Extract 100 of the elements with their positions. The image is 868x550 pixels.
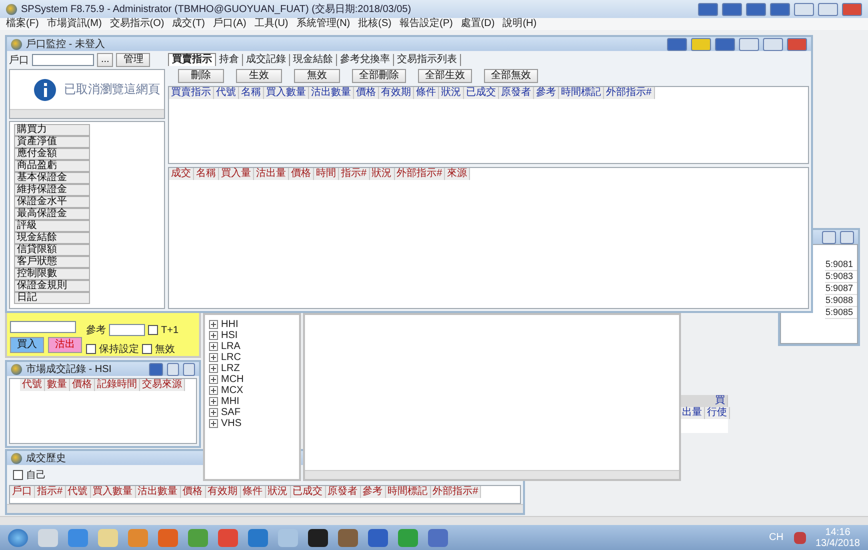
menu-item[interactable]: 報告設定(P) <box>399 18 453 30</box>
tree-item[interactable]: VHS <box>221 418 242 429</box>
expand-icon[interactable] <box>209 419 218 428</box>
toolbar-icon[interactable] <box>770 2 790 16</box>
toolbar-icon[interactable] <box>698 2 718 16</box>
tree-item[interactable]: LRZ <box>221 363 240 374</box>
expand-icon[interactable] <box>209 375 218 384</box>
close-icon[interactable] <box>787 38 807 50</box>
horizontal-scrollbar[interactable] <box>10 109 164 118</box>
reference-field[interactable] <box>109 324 145 336</box>
column-header: 來源 <box>445 168 470 180</box>
side-button[interactable]: 資產淨值 <box>14 136 90 148</box>
side-button[interactable]: 維持保證金 <box>14 184 90 196</box>
menu-item[interactable]: 批核(S) <box>358 18 392 30</box>
expand-icon[interactable] <box>209 320 218 329</box>
action-button[interactable]: 全部生效 <box>418 69 472 83</box>
side-button[interactable]: 信貸限額 <box>14 244 90 256</box>
menu-item[interactable]: 系統管理(N) <box>296 18 350 30</box>
minimize-icon[interactable] <box>794 2 814 16</box>
expand-icon[interactable] <box>209 408 218 417</box>
side-button[interactable]: 保證金規則 <box>14 280 90 292</box>
checkbox[interactable] <box>86 344 96 354</box>
maximize-icon[interactable] <box>822 230 836 244</box>
side-button[interactable]: 購買力 <box>14 124 90 136</box>
tree-item[interactable]: LRA <box>221 341 240 352</box>
side-button[interactable]: 最高保證金 <box>14 208 90 220</box>
toolbar-icon[interactable] <box>667 38 687 50</box>
checkbox[interactable] <box>148 325 158 335</box>
action-button[interactable]: 全部無效 <box>484 69 538 83</box>
side-button[interactable]: 客戶狀態 <box>14 256 90 268</box>
horizontal-scrollbar[interactable] <box>305 470 679 479</box>
tab[interactable]: 買賣指示 <box>168 53 216 66</box>
side-button[interactable]: 控制限數 <box>14 268 90 280</box>
menu-item[interactable]: 戶口(A) <box>213 18 246 30</box>
column-header: 買賣指示 <box>169 87 214 99</box>
window-title: 市場成交記錄 - HSI <box>26 362 112 376</box>
taskbar-app-icon[interactable] <box>308 528 328 546</box>
side-button[interactable]: 現金結餘 <box>14 232 90 244</box>
toolbar-icon[interactable] <box>691 38 711 50</box>
menu-item[interactable]: 工具(U) <box>254 18 288 30</box>
menu-item[interactable]: 檔案(F) <box>6 18 39 30</box>
checkbox[interactable] <box>142 344 152 354</box>
action-button[interactable]: 刪除 <box>178 69 224 83</box>
column-header: 成交 <box>169 168 194 180</box>
maximize-icon[interactable] <box>818 2 838 16</box>
start-button[interactable] <box>8 528 28 546</box>
expand-icon[interactable] <box>209 386 218 395</box>
action-button[interactable]: 無效 <box>294 69 340 83</box>
expand-icon[interactable] <box>209 342 218 351</box>
maximize-icon[interactable] <box>763 38 783 50</box>
tree-item[interactable]: SAF <box>221 407 240 418</box>
column-header: 指示# <box>35 486 66 498</box>
tab[interactable]: 交易指示列表 <box>394 54 461 66</box>
column-header: 代號 <box>20 379 45 391</box>
tab[interactable]: 現金結餘 <box>290 54 337 66</box>
side-button[interactable]: 保證金水平 <box>14 196 90 208</box>
menu-item[interactable]: 市場資訊(M) <box>46 18 102 30</box>
expand-icon[interactable] <box>209 364 218 373</box>
tree-item[interactable]: MCX <box>221 385 244 396</box>
tree-item[interactable]: LRC <box>221 352 242 363</box>
checkbox[interactable] <box>13 470 23 480</box>
maximize-icon[interactable] <box>183 362 195 376</box>
tree-item[interactable]: MCH <box>221 374 244 385</box>
action-button[interactable]: 全部刪除 <box>352 69 406 83</box>
column-header: 外部指示# <box>604 87 655 99</box>
expand-icon[interactable] <box>209 353 218 362</box>
quantity-field[interactable] <box>10 320 76 332</box>
close-icon[interactable] <box>842 2 862 16</box>
side-button[interactable]: 商品盈虧 <box>14 160 90 172</box>
restore-icon[interactable] <box>840 230 854 244</box>
expand-icon[interactable] <box>209 331 218 340</box>
menu-item[interactable]: 說明(H) <box>502 18 537 30</box>
action-button[interactable]: 生效 <box>236 69 282 83</box>
account-dropdown[interactable] <box>32 54 94 66</box>
minimize-icon[interactable] <box>167 362 179 376</box>
browse-button[interactable]: ... <box>97 53 114 67</box>
tree-item[interactable]: MHI <box>221 396 240 407</box>
manage-button[interactable]: 管理 <box>116 53 150 67</box>
toolbar-icon[interactable] <box>722 2 742 16</box>
side-button[interactable]: 日記 <box>14 292 90 304</box>
horizontal-scrollbar[interactable] <box>7 504 523 513</box>
menu-item[interactable]: 處置(D) <box>460 18 495 30</box>
expand-icon[interactable] <box>209 397 218 406</box>
toolbar-icon[interactable] <box>746 2 766 16</box>
tree-item[interactable]: HSI <box>221 330 238 341</box>
side-button[interactable]: 評級 <box>14 220 90 232</box>
menu-item[interactable]: 交易指示(O) <box>110 18 164 30</box>
minimize-icon[interactable] <box>739 38 759 50</box>
toolbar-icon[interactable] <box>149 362 163 376</box>
side-button[interactable]: 基本保證金 <box>14 172 90 184</box>
column-header: 原發者 <box>499 87 534 99</box>
menu-item[interactable]: 成交(T) <box>172 18 206 30</box>
reference-label: 參考 <box>86 324 106 337</box>
tab[interactable]: 參考兌換率 <box>337 54 394 66</box>
horizontal-scrollbar[interactable] <box>0 516 868 525</box>
tab[interactable]: 成交記錄 <box>243 54 290 66</box>
side-button[interactable]: 應付金額 <box>14 148 90 160</box>
buy-button[interactable]: 買入 <box>10 336 44 352</box>
tab[interactable]: 持倉 <box>216 54 243 66</box>
tree-item[interactable]: HHI <box>221 319 238 330</box>
